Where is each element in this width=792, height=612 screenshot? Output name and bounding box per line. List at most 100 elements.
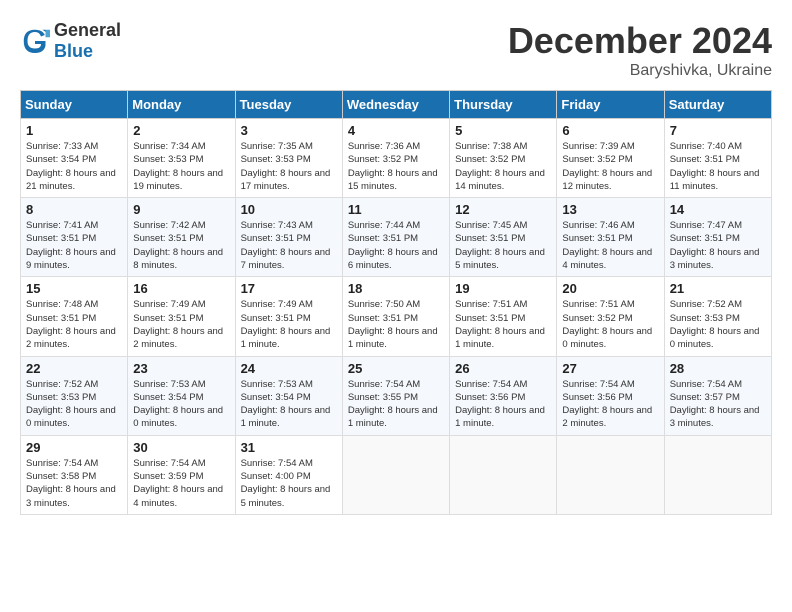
day-of-week-header: Thursday	[450, 91, 557, 119]
calendar-cell: 14 Sunrise: 7:47 AM Sunset: 3:51 PM Dayl…	[664, 198, 771, 277]
day-number: 19	[455, 281, 551, 296]
day-number: 21	[670, 281, 766, 296]
calendar-week-row: 15 Sunrise: 7:48 AM Sunset: 3:51 PM Dayl…	[21, 277, 772, 356]
calendar-week-row: 22 Sunrise: 7:52 AM Sunset: 3:53 PM Dayl…	[21, 356, 772, 435]
day-info: Sunrise: 7:49 AM Sunset: 3:51 PM Dayligh…	[241, 298, 337, 351]
calendar-cell: 21 Sunrise: 7:52 AM Sunset: 3:53 PM Dayl…	[664, 277, 771, 356]
day-number: 12	[455, 202, 551, 217]
day-number: 24	[241, 361, 337, 376]
calendar-cell: 18 Sunrise: 7:50 AM Sunset: 3:51 PM Dayl…	[342, 277, 449, 356]
day-number: 16	[133, 281, 229, 296]
calendar-cell: 23 Sunrise: 7:53 AM Sunset: 3:54 PM Dayl…	[128, 356, 235, 435]
day-number: 22	[26, 361, 122, 376]
day-info: Sunrise: 7:44 AM Sunset: 3:51 PM Dayligh…	[348, 219, 444, 272]
calendar-cell: 7 Sunrise: 7:40 AM Sunset: 3:51 PM Dayli…	[664, 119, 771, 198]
month-title: December 2024	[508, 20, 772, 62]
calendar-cell: 12 Sunrise: 7:45 AM Sunset: 3:51 PM Dayl…	[450, 198, 557, 277]
logo-name: General Blue	[54, 20, 121, 62]
day-info: Sunrise: 7:49 AM Sunset: 3:51 PM Dayligh…	[133, 298, 229, 351]
calendar-header-row: SundayMondayTuesdayWednesdayThursdayFrid…	[21, 91, 772, 119]
calendar-cell: 27 Sunrise: 7:54 AM Sunset: 3:56 PM Dayl…	[557, 356, 664, 435]
day-info: Sunrise: 7:54 AM Sunset: 3:56 PM Dayligh…	[562, 378, 658, 431]
day-number: 25	[348, 361, 444, 376]
calendar-cell: 26 Sunrise: 7:54 AM Sunset: 3:56 PM Dayl…	[450, 356, 557, 435]
calendar-cell	[342, 435, 449, 514]
day-info: Sunrise: 7:51 AM Sunset: 3:51 PM Dayligh…	[455, 298, 551, 351]
calendar-week-row: 29 Sunrise: 7:54 AM Sunset: 3:58 PM Dayl…	[21, 435, 772, 514]
day-number: 23	[133, 361, 229, 376]
day-number: 5	[455, 123, 551, 138]
day-number: 6	[562, 123, 658, 138]
calendar-cell: 31 Sunrise: 7:54 AM Sunset: 4:00 PM Dayl…	[235, 435, 342, 514]
day-info: Sunrise: 7:41 AM Sunset: 3:51 PM Dayligh…	[26, 219, 122, 272]
logo: General Blue	[20, 20, 121, 62]
day-number: 31	[241, 440, 337, 455]
calendar-cell: 1 Sunrise: 7:33 AM Sunset: 3:54 PM Dayli…	[21, 119, 128, 198]
calendar-cell	[450, 435, 557, 514]
day-info: Sunrise: 7:39 AM Sunset: 3:52 PM Dayligh…	[562, 140, 658, 193]
day-number: 9	[133, 202, 229, 217]
day-number: 10	[241, 202, 337, 217]
day-number: 17	[241, 281, 337, 296]
calendar-cell	[557, 435, 664, 514]
calendar-cell: 5 Sunrise: 7:38 AM Sunset: 3:52 PM Dayli…	[450, 119, 557, 198]
day-info: Sunrise: 7:54 AM Sunset: 3:55 PM Dayligh…	[348, 378, 444, 431]
day-number: 3	[241, 123, 337, 138]
day-of-week-header: Sunday	[21, 91, 128, 119]
day-number: 26	[455, 361, 551, 376]
day-info: Sunrise: 7:38 AM Sunset: 3:52 PM Dayligh…	[455, 140, 551, 193]
logo-icon	[20, 26, 50, 56]
title-block: December 2024 Baryshivka, Ukraine	[508, 20, 772, 80]
day-number: 27	[562, 361, 658, 376]
day-info: Sunrise: 7:53 AM Sunset: 3:54 PM Dayligh…	[241, 378, 337, 431]
calendar-cell: 30 Sunrise: 7:54 AM Sunset: 3:59 PM Dayl…	[128, 435, 235, 514]
day-info: Sunrise: 7:40 AM Sunset: 3:51 PM Dayligh…	[670, 140, 766, 193]
calendar-cell: 16 Sunrise: 7:49 AM Sunset: 3:51 PM Dayl…	[128, 277, 235, 356]
day-number: 29	[26, 440, 122, 455]
calendar-cell: 13 Sunrise: 7:46 AM Sunset: 3:51 PM Dayl…	[557, 198, 664, 277]
day-number: 30	[133, 440, 229, 455]
day-info: Sunrise: 7:54 AM Sunset: 3:59 PM Dayligh…	[133, 457, 229, 510]
day-info: Sunrise: 7:47 AM Sunset: 3:51 PM Dayligh…	[670, 219, 766, 272]
day-info: Sunrise: 7:52 AM Sunset: 3:53 PM Dayligh…	[670, 298, 766, 351]
day-of-week-header: Friday	[557, 91, 664, 119]
day-info: Sunrise: 7:53 AM Sunset: 3:54 PM Dayligh…	[133, 378, 229, 431]
day-of-week-header: Tuesday	[235, 91, 342, 119]
location-title: Baryshivka, Ukraine	[508, 62, 772, 80]
calendar-cell: 9 Sunrise: 7:42 AM Sunset: 3:51 PM Dayli…	[128, 198, 235, 277]
day-of-week-header: Wednesday	[342, 91, 449, 119]
day-number: 7	[670, 123, 766, 138]
page-header: General Blue December 2024 Baryshivka, U…	[20, 20, 772, 80]
day-number: 4	[348, 123, 444, 138]
calendar-cell: 4 Sunrise: 7:36 AM Sunset: 3:52 PM Dayli…	[342, 119, 449, 198]
day-number: 18	[348, 281, 444, 296]
day-of-week-header: Saturday	[664, 91, 771, 119]
calendar-cell: 6 Sunrise: 7:39 AM Sunset: 3:52 PM Dayli…	[557, 119, 664, 198]
day-info: Sunrise: 7:48 AM Sunset: 3:51 PM Dayligh…	[26, 298, 122, 351]
day-number: 20	[562, 281, 658, 296]
day-info: Sunrise: 7:35 AM Sunset: 3:53 PM Dayligh…	[241, 140, 337, 193]
calendar-cell: 24 Sunrise: 7:53 AM Sunset: 3:54 PM Dayl…	[235, 356, 342, 435]
day-info: Sunrise: 7:33 AM Sunset: 3:54 PM Dayligh…	[26, 140, 122, 193]
calendar-cell	[664, 435, 771, 514]
calendar-week-row: 8 Sunrise: 7:41 AM Sunset: 3:51 PM Dayli…	[21, 198, 772, 277]
calendar-week-row: 1 Sunrise: 7:33 AM Sunset: 3:54 PM Dayli…	[21, 119, 772, 198]
day-info: Sunrise: 7:54 AM Sunset: 3:58 PM Dayligh…	[26, 457, 122, 510]
day-number: 14	[670, 202, 766, 217]
calendar-cell: 2 Sunrise: 7:34 AM Sunset: 3:53 PM Dayli…	[128, 119, 235, 198]
day-info: Sunrise: 7:51 AM Sunset: 3:52 PM Dayligh…	[562, 298, 658, 351]
calendar-cell: 28 Sunrise: 7:54 AM Sunset: 3:57 PM Dayl…	[664, 356, 771, 435]
day-info: Sunrise: 7:50 AM Sunset: 3:51 PM Dayligh…	[348, 298, 444, 351]
day-info: Sunrise: 7:42 AM Sunset: 3:51 PM Dayligh…	[133, 219, 229, 272]
day-info: Sunrise: 7:54 AM Sunset: 4:00 PM Dayligh…	[241, 457, 337, 510]
day-number: 11	[348, 202, 444, 217]
day-number: 2	[133, 123, 229, 138]
day-info: Sunrise: 7:34 AM Sunset: 3:53 PM Dayligh…	[133, 140, 229, 193]
calendar-table: SundayMondayTuesdayWednesdayThursdayFrid…	[20, 90, 772, 515]
day-number: 8	[26, 202, 122, 217]
calendar-cell: 11 Sunrise: 7:44 AM Sunset: 3:51 PM Dayl…	[342, 198, 449, 277]
day-number: 28	[670, 361, 766, 376]
calendar-cell: 29 Sunrise: 7:54 AM Sunset: 3:58 PM Dayl…	[21, 435, 128, 514]
calendar-cell: 10 Sunrise: 7:43 AM Sunset: 3:51 PM Dayl…	[235, 198, 342, 277]
calendar-cell: 3 Sunrise: 7:35 AM Sunset: 3:53 PM Dayli…	[235, 119, 342, 198]
